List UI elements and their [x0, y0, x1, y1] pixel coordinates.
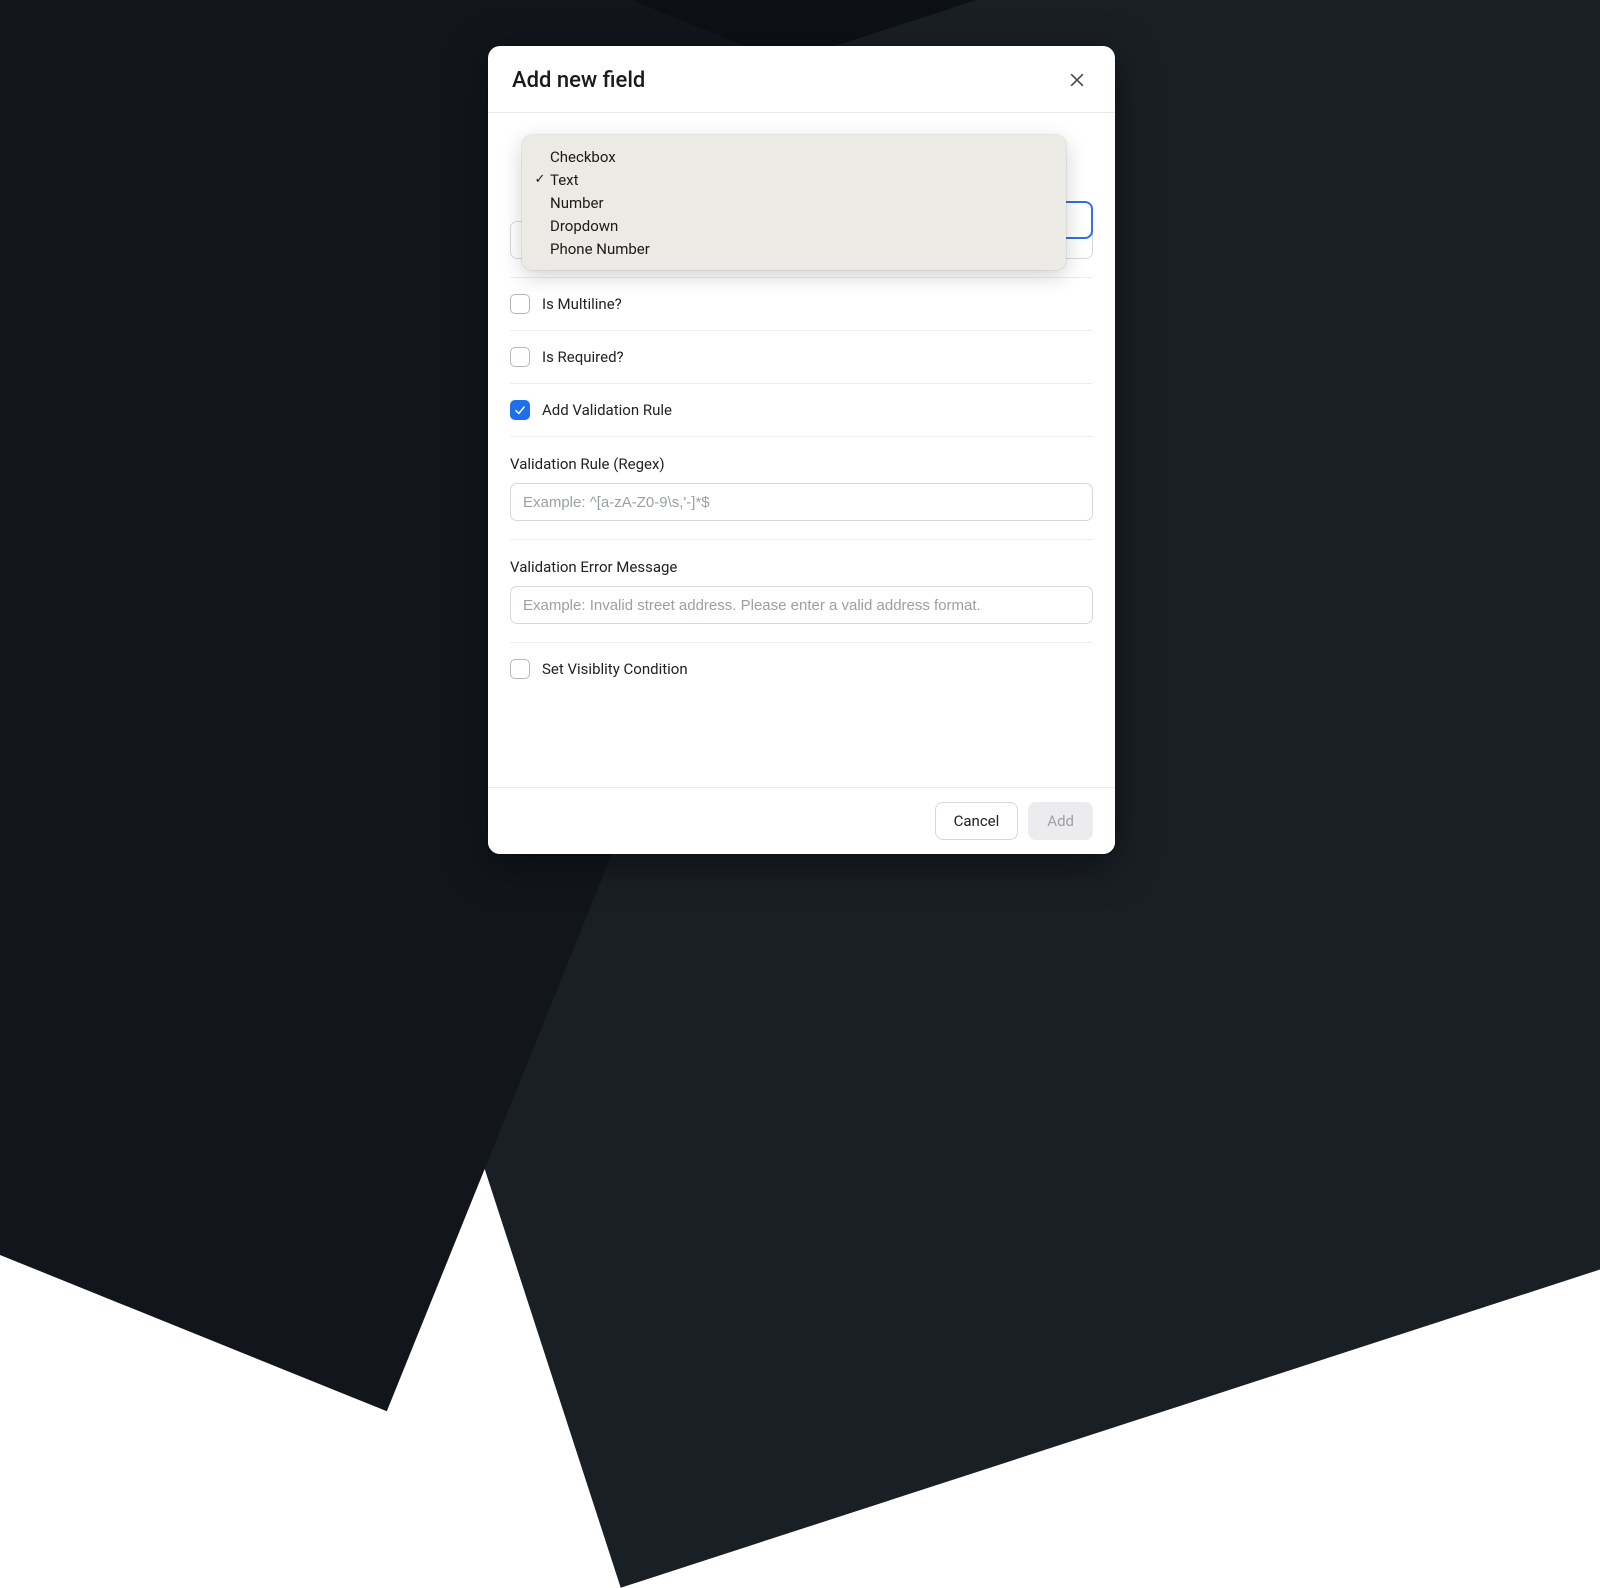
field-type-dropdown[interactable]: Checkbox ✓ Text Number Dropdown Phone Nu… — [522, 135, 1066, 270]
validation-rule-section: Validation Rule (Regex) — [510, 437, 1093, 540]
option-label: Text — [550, 171, 579, 189]
is-required-row: Is Required? — [510, 331, 1093, 384]
option-label: Checkbox — [550, 148, 616, 166]
field-type-option-text[interactable]: ✓ Text — [522, 168, 1066, 191]
modal-title: Add new field — [512, 68, 645, 93]
modal-header: Add new field — [488, 46, 1115, 113]
is-multiline-label: Is Multiline? — [542, 295, 622, 313]
is-multiline-row: Is Multiline? — [510, 278, 1093, 331]
cancel-button[interactable]: Cancel — [935, 802, 1019, 840]
validation-rule-label: Validation Rule (Regex) — [510, 455, 1093, 473]
modal-footer: Cancel Add — [488, 787, 1115, 854]
validation-rule-input[interactable] — [510, 483, 1093, 521]
validation-error-input[interactable] — [510, 586, 1093, 624]
validation-error-label: Validation Error Message — [510, 558, 1093, 576]
set-visibility-checkbox[interactable] — [510, 659, 530, 679]
option-label: Number — [550, 194, 604, 212]
set-visibility-row: Set Visiblity Condition — [510, 643, 1093, 685]
option-label: Dropdown — [550, 217, 618, 235]
add-button[interactable]: Add — [1028, 802, 1093, 840]
add-validation-label: Add Validation Rule — [542, 401, 672, 419]
check-icon: ✓ — [532, 172, 548, 187]
add-validation-checkbox[interactable] — [510, 400, 530, 420]
field-type-option-phone[interactable]: Phone Number — [522, 237, 1066, 260]
field-type-option-number[interactable]: Number — [522, 191, 1066, 214]
set-visibility-label: Set Visiblity Condition — [542, 660, 688, 678]
is-required-label: Is Required? — [542, 348, 624, 366]
option-label: Phone Number — [550, 240, 650, 258]
field-type-option-dropdown[interactable]: Dropdown — [522, 214, 1066, 237]
modal-body: Is Multiline? Is Required? Add Validatio… — [488, 113, 1115, 787]
close-icon — [1067, 70, 1087, 90]
field-type-option-checkbox[interactable]: Checkbox — [522, 145, 1066, 168]
close-button[interactable] — [1063, 66, 1091, 94]
add-validation-row: Add Validation Rule — [510, 384, 1093, 437]
validation-error-section: Validation Error Message — [510, 540, 1093, 643]
add-field-modal: Add new field Is Multiline? Is Required? — [488, 46, 1115, 854]
is-required-checkbox[interactable] — [510, 347, 530, 367]
is-multiline-checkbox[interactable] — [510, 294, 530, 314]
